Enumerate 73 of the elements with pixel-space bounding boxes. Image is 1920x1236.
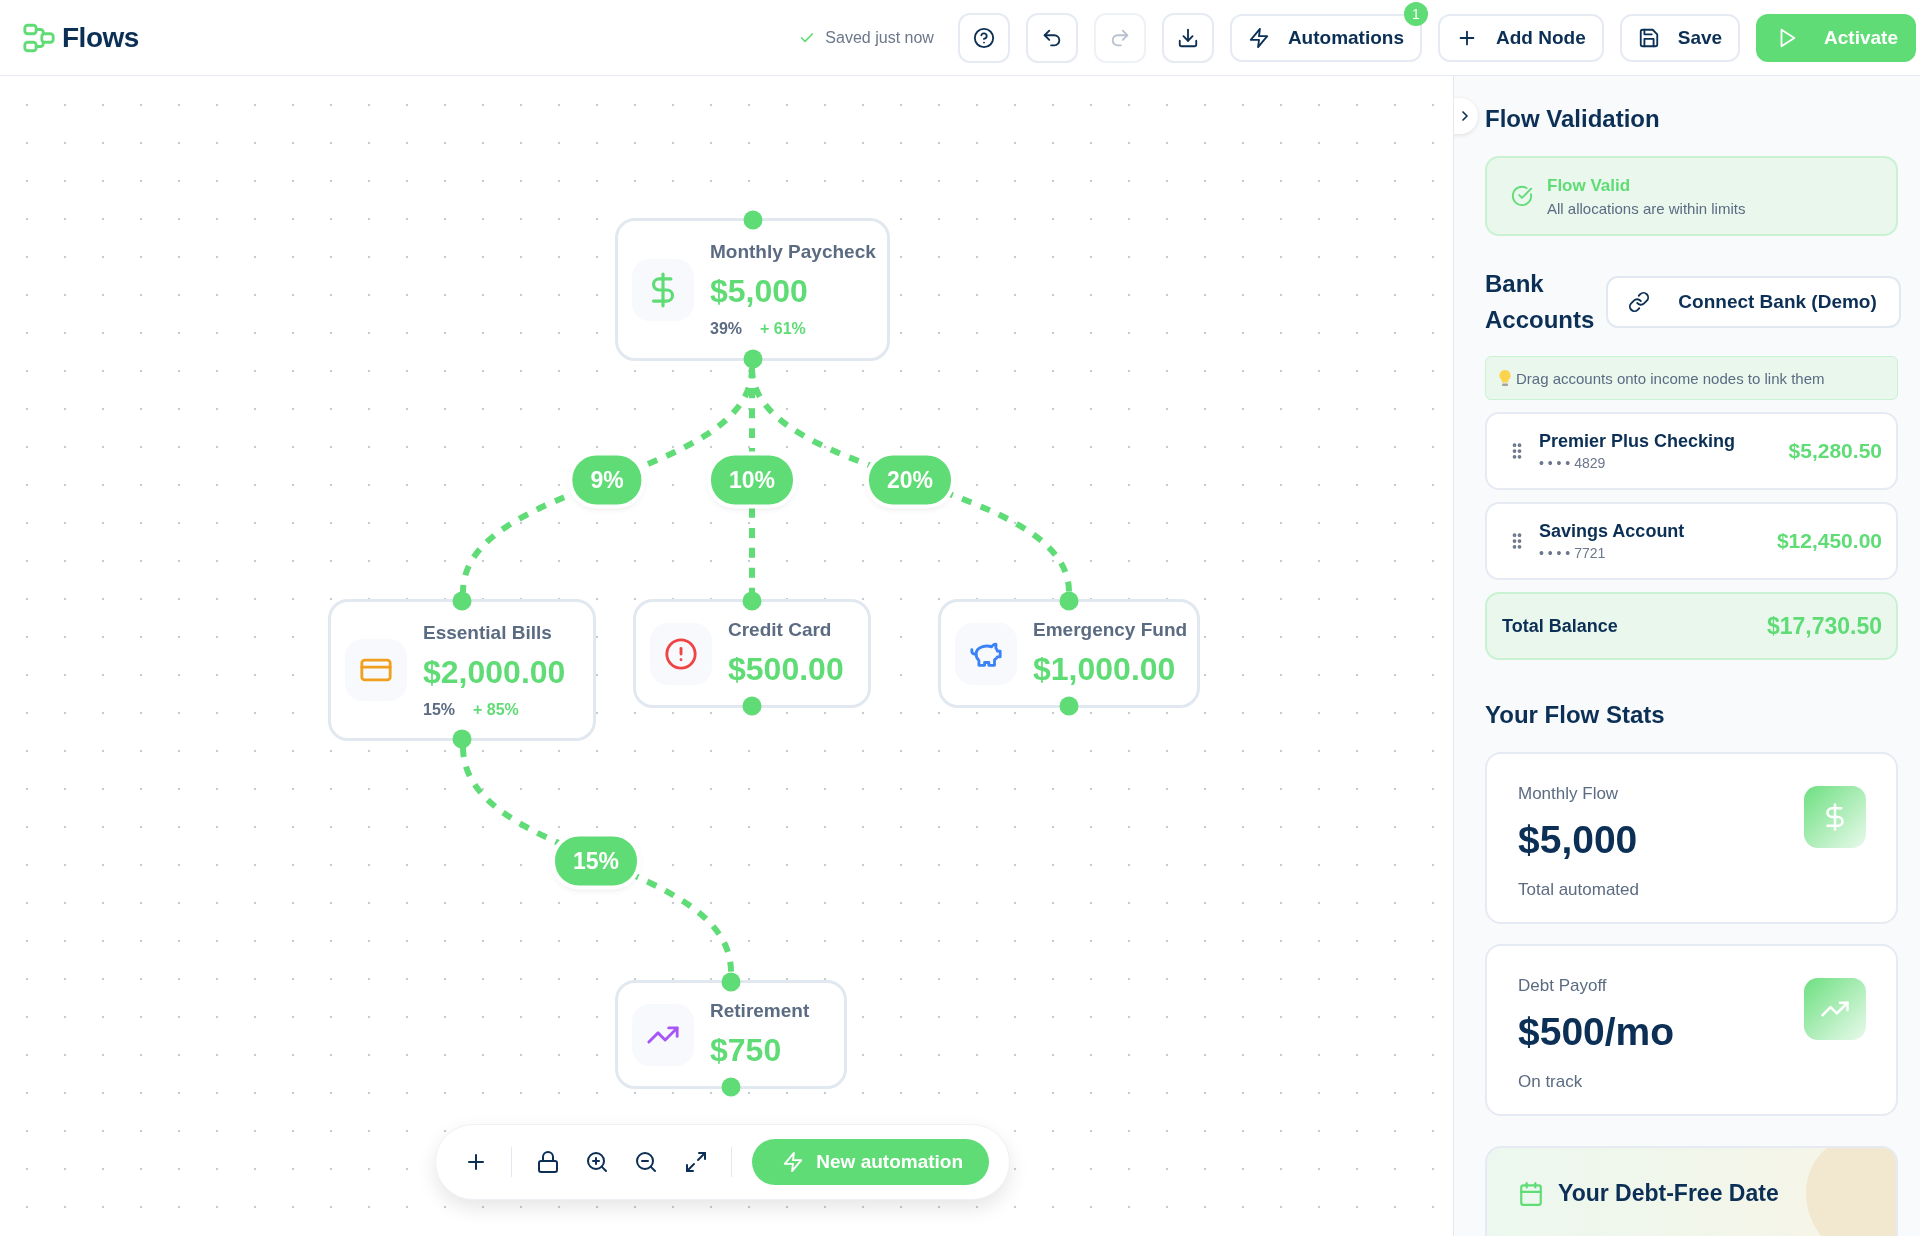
flow-node[interactable]: Essential Bills $2,000.00 15% + 85% [328,599,596,741]
section-heading: Your Flow Stats [1485,700,1666,730]
zoom-in-icon [585,1150,610,1174]
calendar-icon [1518,1180,1544,1207]
account-name: Savings Account [1539,521,1686,542]
flow-node[interactable]: Monthly Paycheck $5,000 39% + 61% [615,218,890,361]
bank-account-card[interactable]: Premier Plus Checking • • • • 4829 $5,280.50 [1485,412,1898,490]
node-amount: $500.00 [728,651,844,688]
section-heading: Bank Accounts [1485,269,1595,335]
lightning-icon [782,1151,805,1173]
validation-status: Flow Valid [1547,175,1632,196]
validation-message: All allocations are within limits [1547,199,1746,217]
account-balance: $12,450.00 [1776,529,1882,553]
flow-node[interactable]: Retirement $750 [615,980,847,1089]
download-icon [1176,26,1199,49]
total-amount: $17,730.50 [1766,612,1882,640]
stat-note: On track [1518,1072,1584,1092]
zoom-out-icon [634,1150,659,1174]
flow-node[interactable]: Emergency Fund $1,000.00 [938,599,1200,708]
collapse-button[interactable] [1454,98,1478,134]
section-heading: Flow Validation [1485,104,1661,134]
app-logo: Flows [62,21,139,54]
node-amount: $750 [710,1032,783,1069]
connection-handle[interactable] [743,210,762,230]
lightbulb-icon [1498,369,1512,387]
save-status: Saved just now [825,28,934,47]
node-title: Essential Bills [423,621,553,644]
add-node-button[interactable]: Add Node [1438,13,1604,62]
remaining-share: + 61% [760,320,806,338]
allocated-share: 39% [710,320,743,338]
connection-handle[interactable] [452,591,472,611]
stat-value: $500/mo [1518,1010,1675,1054]
dollar-icon [1804,786,1866,848]
allocated-share: 15% [423,700,456,719]
account-number: • • • • 7721 [1539,545,1607,561]
expand-icon [683,1150,708,1174]
stat-value: $5,000 [1518,818,1639,862]
card-title: Your Debt-Free Date [1558,1180,1779,1207]
account-balance: $5,280.50 [1788,439,1882,463]
connection-handle[interactable] [721,972,741,992]
connect-bank-button[interactable]: Connect Bank (Demo) [1606,276,1901,328]
connection-handle[interactable] [742,591,762,611]
total-label: Total Balance [1502,615,1618,637]
remaining-share: + 85% [473,700,519,719]
undo-button[interactable] [1025,12,1078,63]
stat-label: Monthly Flow [1518,784,1620,804]
download-button[interactable] [1161,12,1214,63]
save-icon [1637,26,1660,49]
notification-badge: 1 [1404,1,1428,26]
account-name: Premier Plus Checking [1539,431,1737,452]
bank-account-card[interactable]: Savings Account • • • • 7721 $12,450.00 [1485,502,1898,580]
node-amount: $2,000.00 [423,653,566,691]
flow-node[interactable]: Credit Card $500.00 [633,599,871,708]
help-icon [972,26,995,49]
save-button[interactable]: Save [1619,13,1741,62]
stat-label: Debt Payoff [1518,976,1608,996]
lightning-icon [1247,26,1270,49]
hint-text: Drag accounts onto income nodes to link them [1516,369,1825,387]
link-icon [1628,291,1651,313]
stat-note: Total automated [1518,880,1639,900]
check-circle-icon [1511,185,1533,207]
node-amount: $5,000 [710,273,809,310]
trending-up-icon [1804,978,1866,1040]
connection-handle[interactable] [1059,591,1079,611]
lock-icon [535,1150,560,1174]
help-button[interactable] [957,12,1010,63]
account-number: • • • • 4829 [1539,455,1607,471]
node-amount: $1,000.00 [1033,651,1177,688]
node-title: Retirement [710,1000,810,1022]
node-title: Emergency Fund [1033,619,1188,641]
node-title: Monthly Paycheck [710,241,876,263]
node-title: Credit Card [728,619,833,641]
alert-icon [664,636,698,671]
